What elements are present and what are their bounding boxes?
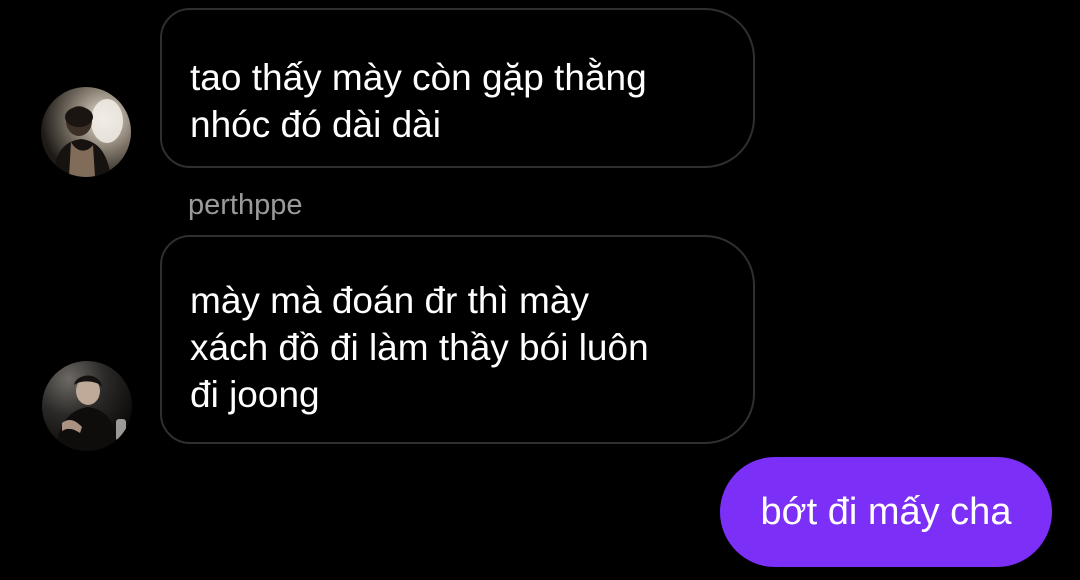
avatar-photo-icon (41, 87, 131, 177)
message-text-line: mày mà đoán đr thì mày (190, 280, 589, 321)
avatar[interactable] (42, 361, 132, 451)
avatar-photo-icon (42, 361, 132, 451)
message-text-line: tao thấy mày còn gặp thằng (190, 57, 647, 98)
message-text-line: xách đồ đi làm thầy bói luôn (190, 327, 649, 368)
incoming-message-bubble[interactable]: mày mà đoán đr thì mày xách đồ đi làm th… (160, 235, 755, 444)
message-text-line: đi joong (190, 374, 320, 415)
sender-name: perthppe (188, 189, 303, 221)
message-text-line: nhóc đó dài dài (190, 104, 441, 145)
outgoing-message-bubble[interactable]: bớt đi mấy cha (720, 457, 1052, 567)
incoming-message-bubble[interactable]: tao thấy mày còn gặp thằng nhóc đó dài d… (160, 8, 755, 168)
avatar[interactable] (41, 87, 131, 177)
